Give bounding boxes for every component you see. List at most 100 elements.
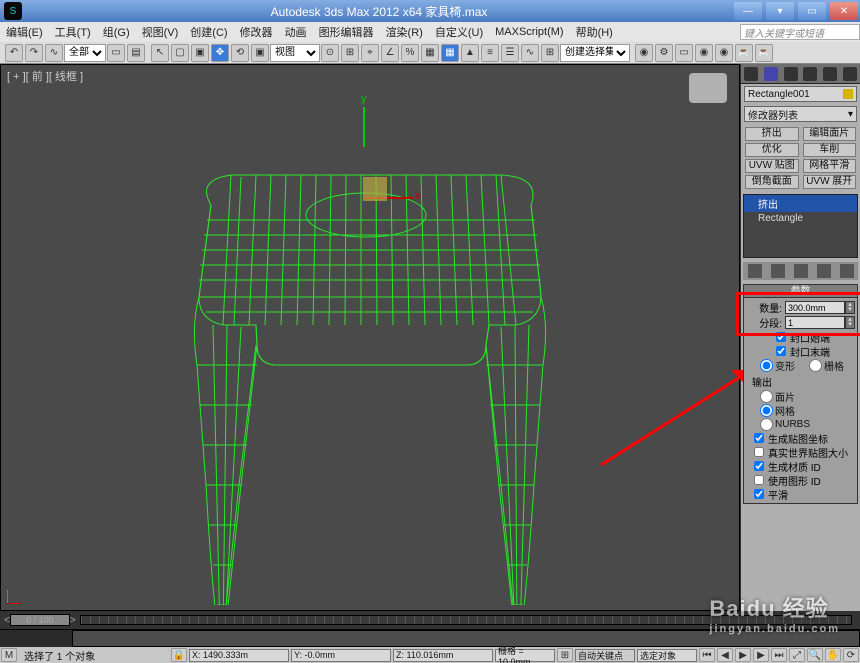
render-frame-icon[interactable]: ▭ [675,44,693,62]
mod-meshsmooth[interactable]: 网格平滑 [803,159,857,173]
lock-selection-icon[interactable]: 🔒 [171,648,187,662]
schematic-icon[interactable]: ⊞ [541,44,559,62]
named-sel-sets[interactable]: 创建选择集 [560,44,630,62]
menu-help[interactable]: 帮助(H) [570,24,619,40]
params-rollout-header[interactable]: 参数 [743,284,858,298]
configure-sets-icon[interactable] [840,264,854,278]
grid-radio[interactable] [809,359,822,372]
close-button[interactable]: ✕ [830,2,858,20]
ref-coord-select[interactable]: 视图 [270,44,320,62]
menu-animation[interactable]: 动画 [279,24,313,40]
time-slider[interactable]: < 0 / 100 > [0,611,860,629]
rotate-tool-icon[interactable]: ⟲ [231,44,249,62]
cap-start-checkbox[interactable] [776,332,786,342]
angle-snap-icon[interactable]: ∠ [381,44,399,62]
make-unique-icon[interactable] [794,264,808,278]
gen-map-coords-checkbox[interactable] [754,433,764,443]
viewport-front[interactable]: [ + ][ 前 ][ 线框 ] [0,64,740,611]
amount-spinner-arrows[interactable]: ▴▾ [845,301,855,314]
window-cross-icon[interactable]: ▣ [191,44,209,62]
amount-spinner[interactable]: 300.0mm [785,301,845,314]
use-shapeid-checkbox[interactable] [754,475,764,485]
menu-edit[interactable]: 编辑(E) [0,24,49,40]
prev-frame-icon[interactable]: ◀ [717,648,733,662]
morph-radio[interactable] [760,359,773,372]
patch-radio[interactable] [760,390,773,403]
select-name-icon[interactable]: ▤ [127,44,145,62]
mod-editpatch[interactable]: 编辑面片 [803,127,857,141]
coord-z[interactable]: Z: 110.016mm [393,649,493,662]
menu-tools[interactable]: 工具(T) [49,24,97,40]
object-color-swatch[interactable] [843,89,853,99]
goto-end-icon[interactable]: ⏭ [771,648,787,662]
display-tab-icon[interactable] [823,67,837,81]
time-ruler[interactable] [80,615,852,625]
move-tool-icon[interactable]: ✥ [211,44,229,62]
rect-select-icon[interactable]: ▢ [171,44,189,62]
zoom-ext-icon[interactable]: ⤢ [789,648,805,662]
layers-icon[interactable]: ☰ [501,44,519,62]
zoom-icon[interactable]: 🔍 [807,648,823,662]
menu-maxscript[interactable]: MAXScript(M) [489,26,569,38]
next-frame-icon[interactable]: ▶ [753,648,769,662]
maxscript-mini-icon[interactable]: M [1,648,17,662]
snap-toggle-icon[interactable]: ⌖ [361,44,379,62]
mod-uvwmap[interactable]: UVW 贴图 [745,159,799,173]
tray-button[interactable]: ▾ [766,2,794,20]
goto-start-icon[interactable]: ⏮ [699,648,715,662]
render-setup-icon[interactable]: ⚙ [655,44,673,62]
nurbs-radio[interactable] [760,418,773,431]
coord-y[interactable]: Y: -0.0mm [291,649,391,662]
maximize-button[interactable]: ▭ [798,2,826,20]
edit-named-sel-icon[interactable]: ▦ [441,44,459,62]
manip-icon[interactable]: ⊞ [341,44,359,62]
modifier-stack[interactable]: 挤出 Rectangle [743,194,858,258]
minimize-button[interactable]: — [734,2,762,20]
menu-render[interactable]: 渲染(R) [380,24,429,40]
segments-spinner[interactable]: 1 [785,316,845,329]
help-search-input[interactable]: 键入关键字或短语 [740,24,860,40]
show-end-icon[interactable] [771,264,785,278]
modify-tab-icon[interactable] [764,67,778,81]
modifier-list-dropdown[interactable]: 修改器列表▾ [744,106,857,122]
track-bar[interactable] [0,629,860,647]
remove-mod-icon[interactable] [817,264,831,278]
cursor-icon[interactable]: ↖ [151,44,169,62]
align-icon[interactable]: ≡ [481,44,499,62]
pan-icon[interactable]: ✋ [825,648,841,662]
menu-group[interactable]: 组(G) [97,24,136,40]
undo-icon[interactable]: ↶ [5,44,23,62]
mod-uvwunwrap[interactable]: UVW 展开 [803,175,857,189]
menu-views[interactable]: 视图(V) [136,24,185,40]
motion-tab-icon[interactable] [803,67,817,81]
object-name-field[interactable]: Rectangle001 [744,86,857,102]
redo-icon[interactable]: ↷ [25,44,43,62]
smooth-checkbox[interactable] [754,489,764,499]
quick-render-icon[interactable]: ◉ [695,44,713,62]
curve-editor-icon[interactable]: ∿ [521,44,539,62]
percent-snap-icon[interactable]: % [401,44,419,62]
hierarchy-tab-icon[interactable] [784,67,798,81]
teapot-render-icon[interactable]: ☕ [735,44,753,62]
create-tab-icon[interactable] [744,67,758,81]
gen-matid-checkbox[interactable] [754,461,764,471]
selection-filter[interactable]: 全部 [64,44,106,62]
utilities-tab-icon[interactable] [843,67,857,81]
mirror-icon[interactable]: ▲ [461,44,479,62]
menu-graph[interactable]: 图形编辑器 [313,24,380,40]
pivot-icon[interactable]: ⊙ [321,44,339,62]
link-icon[interactable]: ∿ [45,44,63,62]
orbit-icon[interactable]: ⟳ [843,648,859,662]
mod-extrude[interactable]: 挤出 [745,127,799,141]
time-slider-thumb[interactable]: 0 / 100 [10,614,70,626]
stack-rectangle[interactable]: Rectangle [744,212,857,225]
teapot2-icon[interactable]: ☕ [755,44,773,62]
play-icon[interactable]: ▶ [735,648,751,662]
segments-spinner-arrows[interactable]: ▴▾ [845,316,855,329]
sel-set-combo[interactable]: 选定对象 [637,649,697,662]
autokey-button[interactable]: 自动关键点 [575,649,635,662]
coord-x[interactable]: X: 1490.333m [189,649,289,662]
menu-modifiers[interactable]: 修改器 [234,24,279,40]
cap-end-checkbox[interactable] [776,346,786,356]
mesh-radio[interactable] [760,404,773,417]
